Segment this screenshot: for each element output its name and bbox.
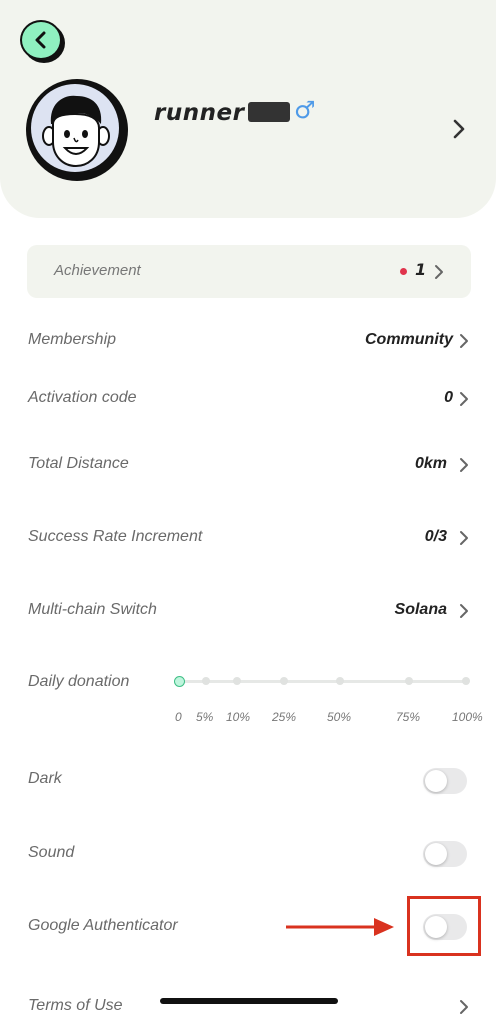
chevron-right-icon[interactable] bbox=[458, 390, 470, 408]
highlight-box-annotation bbox=[407, 896, 481, 956]
redacted-name-block bbox=[248, 102, 290, 122]
dark-mode-toggle[interactable] bbox=[423, 768, 467, 794]
membership-label: Membership bbox=[28, 331, 117, 348]
success-rate-label: Success Rate Increment bbox=[28, 528, 203, 545]
chevron-right-icon[interactable] bbox=[458, 529, 470, 547]
red-arrow-annotation bbox=[286, 918, 394, 936]
sound-label: Sound bbox=[28, 844, 75, 861]
achievement-row[interactable]: Achievement 1 bbox=[27, 245, 471, 298]
tick-label: 25% bbox=[272, 710, 297, 724]
tick-label: 75% bbox=[396, 710, 421, 724]
notification-dot bbox=[400, 268, 407, 275]
chevron-right-icon[interactable] bbox=[458, 332, 470, 350]
tick-label: 10% bbox=[226, 710, 251, 724]
toggle-knob bbox=[425, 843, 447, 865]
daily-donation-label: Daily donation bbox=[28, 673, 130, 690]
achievement-count: 1 bbox=[415, 260, 427, 279]
activation-code-value[interactable]: 0 bbox=[444, 389, 453, 407]
slider-tick[interactable] bbox=[405, 677, 413, 685]
google-authenticator-label: Google Authenticator bbox=[28, 917, 178, 934]
slider-tick[interactable] bbox=[202, 677, 210, 685]
avatar[interactable] bbox=[26, 79, 128, 181]
total-distance-value[interactable]: 0km bbox=[415, 455, 447, 473]
donation-slider-thumb[interactable] bbox=[174, 676, 185, 687]
tick-label: 50% bbox=[327, 710, 352, 724]
tick-label: 0 bbox=[175, 710, 182, 724]
tick-label: 5% bbox=[196, 710, 214, 724]
chevron-right-icon[interactable] bbox=[458, 456, 470, 474]
slider-tick[interactable] bbox=[280, 677, 288, 685]
slider-tick[interactable] bbox=[233, 677, 241, 685]
male-gender-icon: ♂ bbox=[294, 96, 316, 124]
username: runner bbox=[154, 100, 245, 126]
activation-code-label: Activation code bbox=[28, 389, 137, 406]
toggle-knob bbox=[425, 770, 447, 792]
slider-tick[interactable] bbox=[462, 677, 470, 685]
dark-mode-label: Dark bbox=[28, 770, 62, 787]
terms-of-use-label[interactable]: Terms of Use bbox=[28, 997, 123, 1015]
chevron-right-icon[interactable] bbox=[458, 602, 470, 620]
multichain-switch-value[interactable]: Solana bbox=[395, 601, 447, 619]
membership-value[interactable]: Community bbox=[365, 331, 453, 349]
multichain-switch-label: Multi-chain Switch bbox=[28, 601, 157, 618]
back-button[interactable] bbox=[20, 20, 62, 60]
success-rate-value[interactable]: 0/3 bbox=[425, 528, 447, 546]
chevron-right-icon[interactable] bbox=[452, 118, 466, 140]
home-indicator[interactable] bbox=[160, 998, 338, 1004]
chevron-left-icon bbox=[35, 31, 46, 49]
donation-slider-track[interactable] bbox=[179, 680, 467, 683]
total-distance-label: Total Distance bbox=[28, 455, 129, 472]
tick-label: 100% bbox=[452, 710, 483, 724]
achievement-label: Achievement bbox=[54, 262, 141, 279]
avatar-face-icon bbox=[31, 84, 119, 172]
slider-tick[interactable] bbox=[336, 677, 344, 685]
sound-toggle[interactable] bbox=[423, 841, 467, 867]
chevron-right-icon bbox=[435, 265, 443, 279]
chevron-right-icon[interactable] bbox=[458, 998, 470, 1016]
